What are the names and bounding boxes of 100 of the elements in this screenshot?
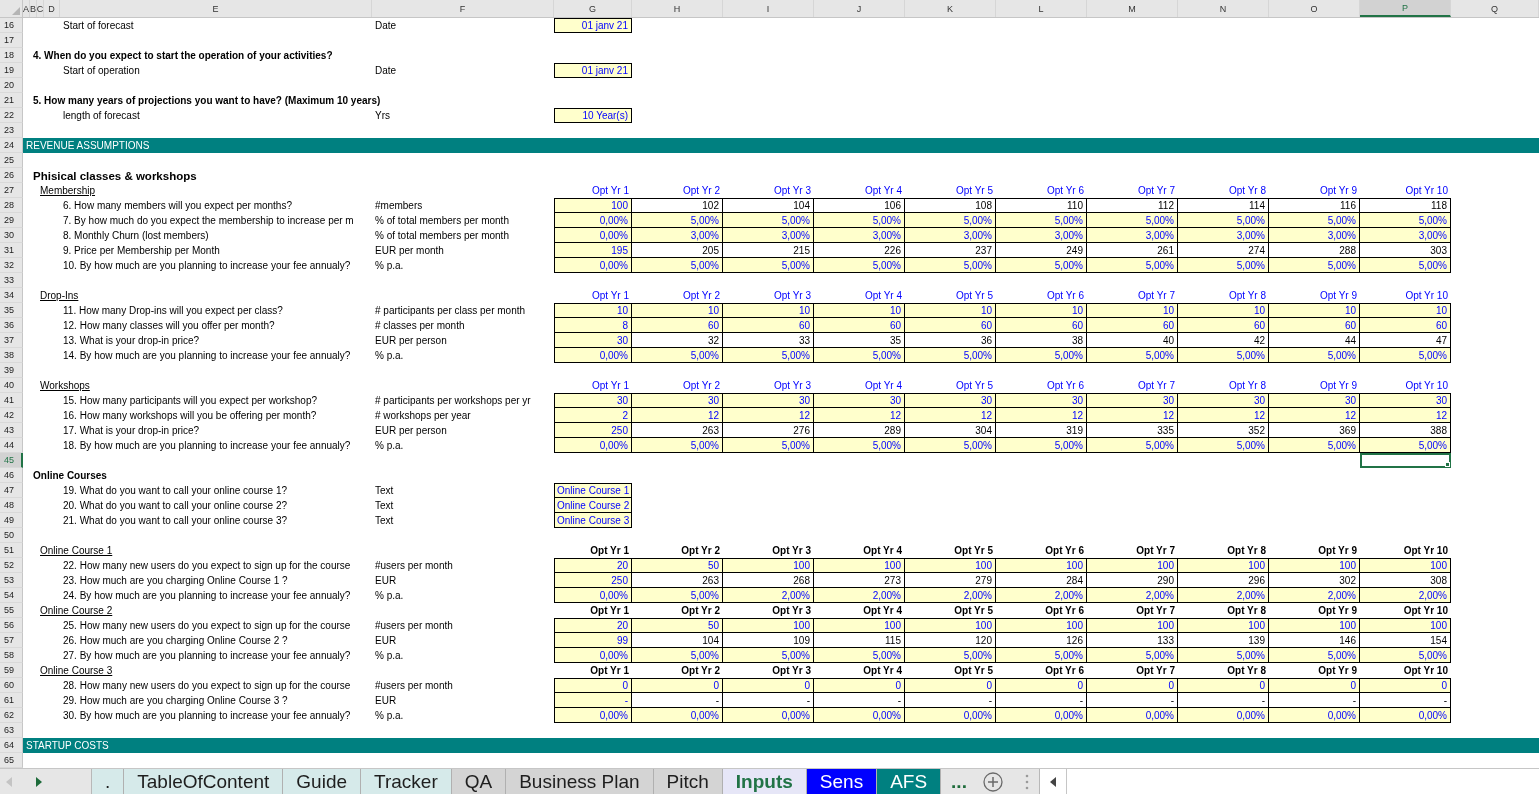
row-header[interactable]: 36: [0, 318, 23, 333]
column-header[interactable]: L: [996, 0, 1087, 17]
input-cell[interactable]: 10: [554, 303, 632, 318]
sheet-tab[interactable]: Tracker: [361, 769, 452, 794]
column-header[interactable]: N: [1178, 0, 1269, 17]
input-cell[interactable]: 12: [723, 408, 814, 423]
row-header[interactable]: 42: [0, 408, 23, 423]
input-cell[interactable]: 5,00%: [723, 438, 814, 453]
input-cell[interactable]: 01 janv 21: [554, 63, 632, 78]
input-cell[interactable]: 0,00%: [1269, 708, 1360, 723]
horizontal-scrollbar[interactable]: [1038, 769, 1539, 794]
input-cell[interactable]: 5,00%: [723, 213, 814, 228]
input-cell[interactable]: 30: [1360, 393, 1451, 408]
input-cell[interactable]: 5,00%: [1178, 648, 1269, 663]
input-cell[interactable]: 12: [996, 408, 1087, 423]
input-cell[interactable]: 5,00%: [723, 348, 814, 363]
sheet-tab[interactable]: .: [92, 769, 125, 794]
input-cell[interactable]: 50: [632, 618, 723, 633]
input-cell[interactable]: 0,00%: [554, 588, 632, 603]
row-header[interactable]: 18: [0, 48, 23, 63]
column-header[interactable]: H: [632, 0, 723, 17]
input-cell[interactable]: 60: [723, 318, 814, 333]
input-cell[interactable]: 0: [554, 678, 632, 693]
input-cell[interactable]: 100: [1178, 618, 1269, 633]
row-header[interactable]: 61: [0, 693, 23, 708]
input-cell[interactable]: 5,00%: [723, 648, 814, 663]
column-header[interactable]: F: [372, 0, 554, 17]
row-header[interactable]: 63: [0, 723, 23, 738]
caret-right-icon[interactable]: [36, 776, 42, 787]
sheet-tab[interactable]: Inputs: [722, 769, 807, 794]
input-cell[interactable]: 60: [905, 318, 996, 333]
input-cell[interactable]: 12: [632, 408, 723, 423]
input-cell[interactable]: 0,00%: [814, 708, 905, 723]
input-cell[interactable]: 60: [814, 318, 905, 333]
input-cell[interactable]: 5,00%: [632, 438, 723, 453]
add-sheet-icon[interactable]: [982, 771, 1003, 792]
column-header[interactable]: C: [37, 0, 44, 17]
row-header[interactable]: 25: [0, 153, 23, 168]
selected-cell[interactable]: [1360, 453, 1451, 468]
input-cell[interactable]: 5,00%: [1178, 348, 1269, 363]
column-header[interactable]: I: [723, 0, 814, 17]
row-header[interactable]: 50: [0, 528, 23, 543]
input-cell[interactable]: 250: [554, 423, 632, 438]
input-cell[interactable]: 0,00%: [996, 708, 1087, 723]
input-cell[interactable]: 0,00%: [554, 438, 632, 453]
sheet-tab[interactable]: QA: [451, 769, 507, 794]
column-header[interactable]: A: [23, 0, 30, 17]
input-cell[interactable]: 3,00%: [1087, 228, 1178, 243]
sheet-tab[interactable]: Business Plan: [506, 769, 654, 794]
input-cell[interactable]: 3,00%: [996, 228, 1087, 243]
input-cell[interactable]: 0: [905, 678, 996, 693]
input-cell[interactable]: 5,00%: [814, 348, 905, 363]
input-cell[interactable]: 0,00%: [554, 213, 632, 228]
input-cell[interactable]: 5,00%: [1269, 348, 1360, 363]
input-cell[interactable]: 5,00%: [632, 588, 723, 603]
input-cell[interactable]: 0,00%: [554, 258, 632, 273]
caret-left-icon[interactable]: [1049, 776, 1056, 787]
input-cell[interactable]: 100: [1269, 558, 1360, 573]
row-header[interactable]: 31: [0, 243, 23, 258]
input-cell[interactable]: 5,00%: [1360, 213, 1451, 228]
input-cell[interactable]: 60: [1269, 318, 1360, 333]
column-header[interactable]: K: [905, 0, 996, 17]
input-cell[interactable]: 12: [1269, 408, 1360, 423]
input-cell[interactable]: 100: [1087, 558, 1178, 573]
input-cell[interactable]: 12: [1360, 408, 1451, 423]
input-cell[interactable]: 100: [996, 618, 1087, 633]
input-cell[interactable]: 12: [1087, 408, 1178, 423]
input-cell[interactable]: 30: [1178, 393, 1269, 408]
input-cell[interactable]: Online Course 3: [554, 513, 632, 528]
input-cell[interactable]: 0: [996, 678, 1087, 693]
row-header[interactable]: 46: [0, 468, 23, 483]
input-cell[interactable]: 8: [554, 318, 632, 333]
input-cell[interactable]: 60: [1360, 318, 1451, 333]
input-cell[interactable]: 100: [554, 198, 632, 213]
input-cell[interactable]: 0,00%: [554, 708, 632, 723]
input-cell[interactable]: 5,00%: [1360, 438, 1451, 453]
row-header[interactable]: 58: [0, 648, 23, 663]
input-cell[interactable]: 5,00%: [814, 648, 905, 663]
input-cell[interactable]: 100: [905, 558, 996, 573]
row-header[interactable]: 26: [0, 168, 23, 183]
input-cell[interactable]: 0,00%: [723, 708, 814, 723]
input-cell[interactable]: 2,00%: [1178, 588, 1269, 603]
row-header[interactable]: 39: [0, 363, 23, 378]
input-cell[interactable]: 10: [1269, 303, 1360, 318]
input-cell[interactable]: 100: [1360, 558, 1451, 573]
input-cell[interactable]: -: [554, 693, 632, 708]
column-header[interactable]: E: [60, 0, 372, 17]
input-cell[interactable]: 10 Year(s): [554, 108, 632, 123]
input-cell[interactable]: 5,00%: [1360, 648, 1451, 663]
row-header[interactable]: 47: [0, 483, 23, 498]
input-cell[interactable]: 5,00%: [905, 648, 996, 663]
sheet-tab[interactable]: Guide: [283, 769, 361, 794]
input-cell[interactable]: 5,00%: [996, 258, 1087, 273]
input-cell[interactable]: 5,00%: [1178, 213, 1269, 228]
row-header[interactable]: 54: [0, 588, 23, 603]
input-cell[interactable]: 3,00%: [632, 228, 723, 243]
row-header[interactable]: 64: [0, 738, 23, 753]
row-header[interactable]: 52: [0, 558, 23, 573]
input-cell[interactable]: 100: [1178, 558, 1269, 573]
input-cell[interactable]: 10: [723, 303, 814, 318]
